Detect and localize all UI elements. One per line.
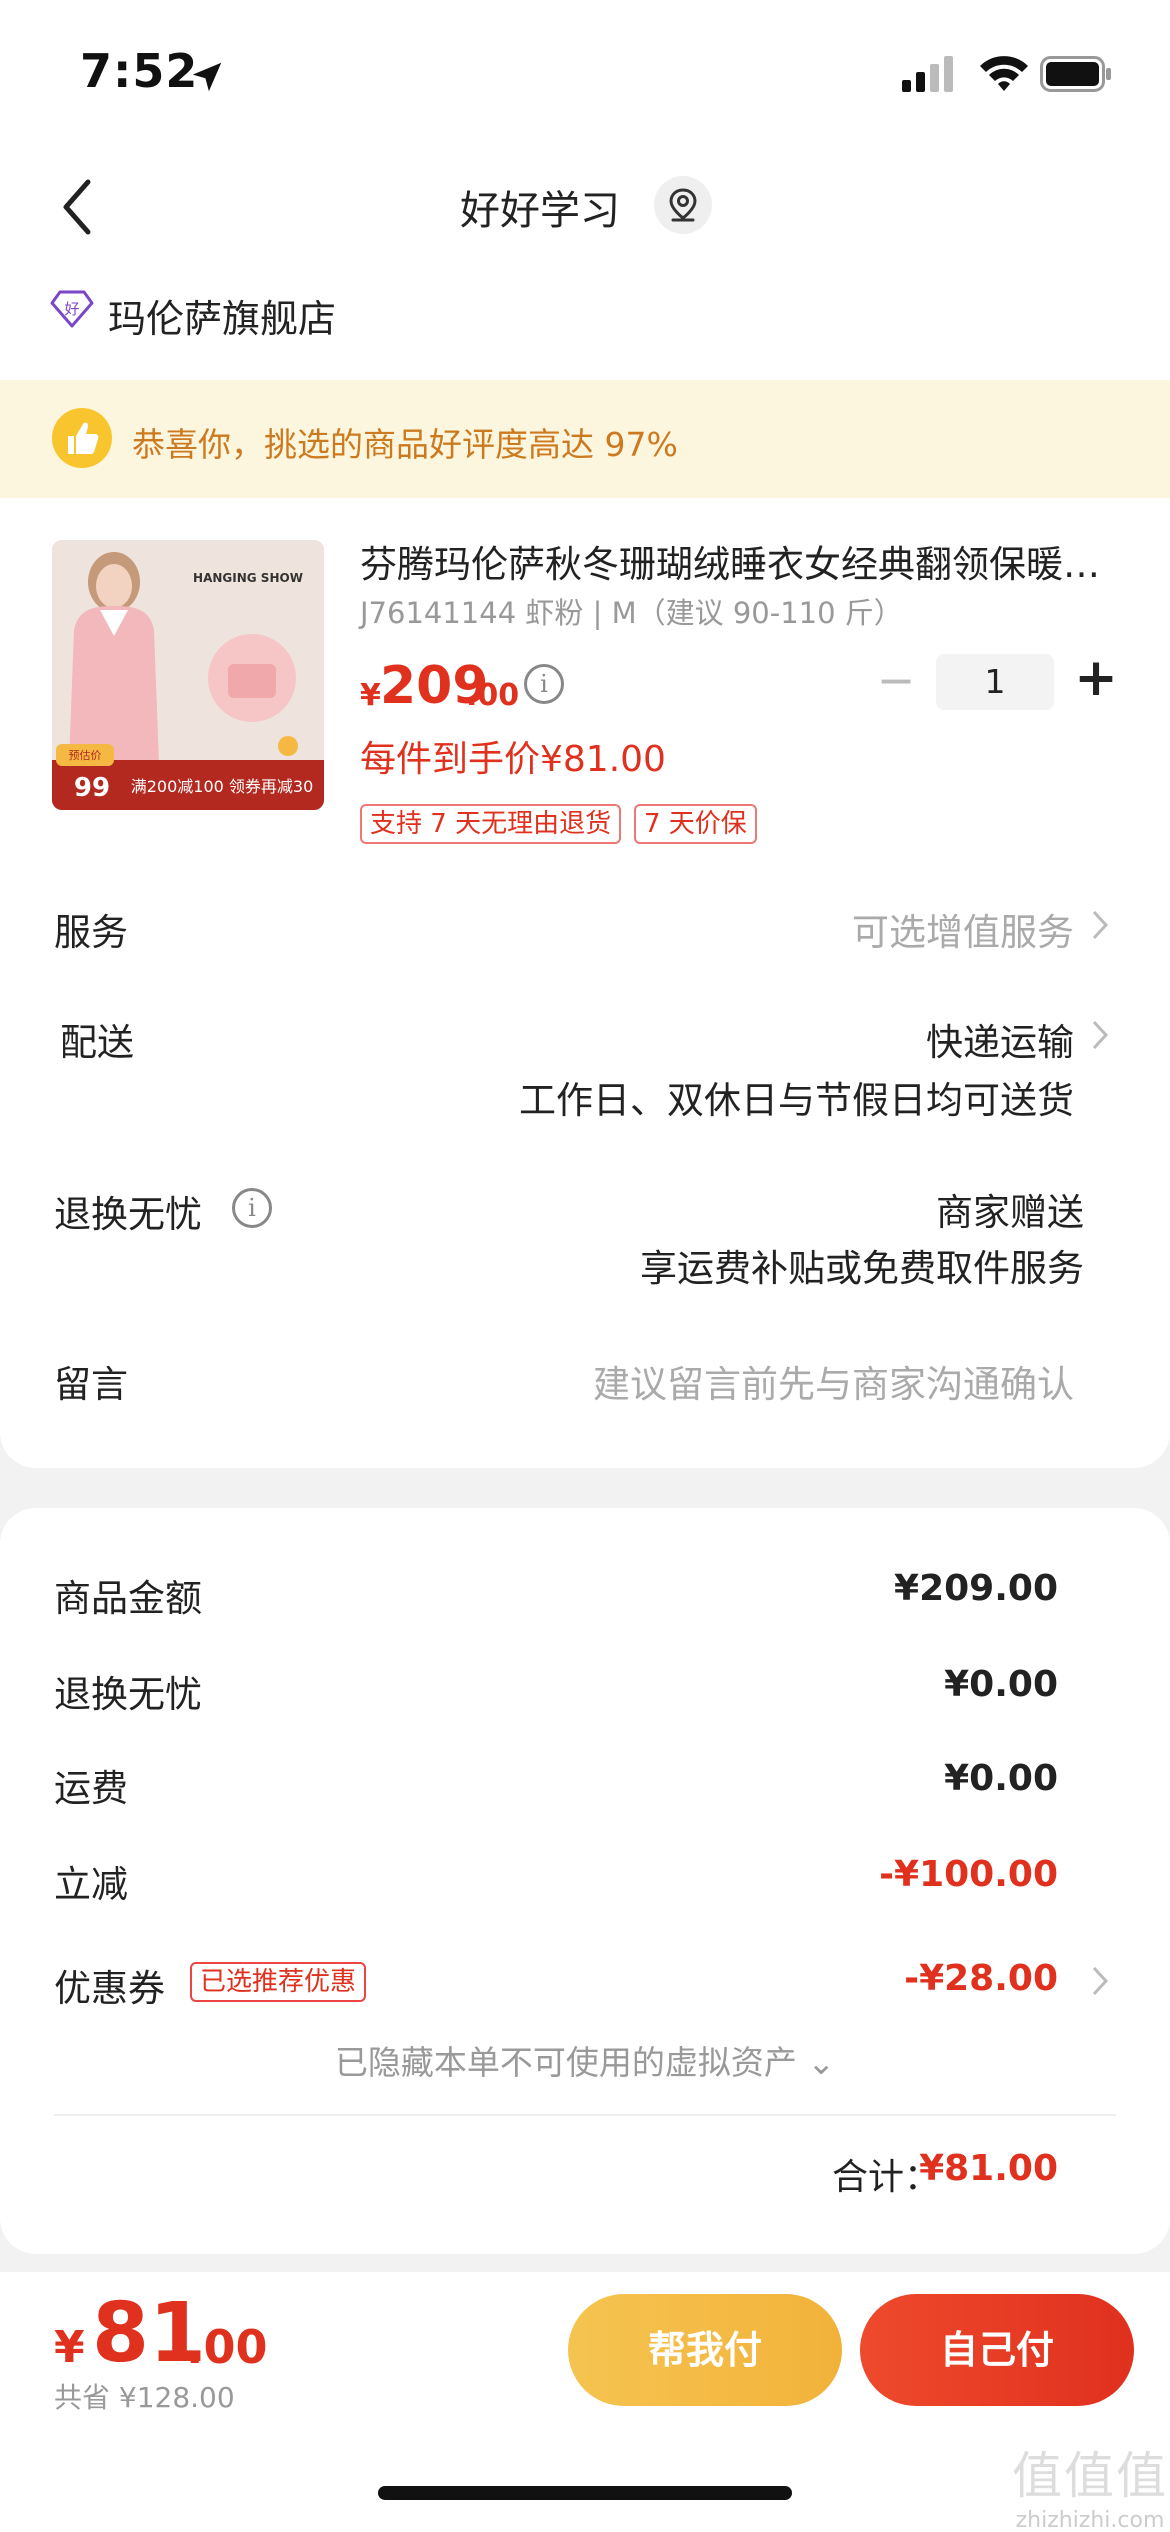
watermark: 值值值 zhizhizhi.com [1010, 2436, 1170, 2532]
image-promo-text: 满200减100 领券再减30 [131, 777, 314, 796]
delivery-chevron-icon[interactable] [1090, 1018, 1110, 1052]
status-time: 7:52 [80, 44, 199, 98]
service-label: 服务 [54, 911, 128, 954]
quantity-decrease-button[interactable]: − [876, 657, 916, 703]
delivery-sub: 工作日、双休日与节假日均可送货 [519, 1079, 1074, 1122]
total-value: ¥81.00 [919, 2148, 1058, 2189]
hidden-assets-toggle[interactable]: 已隐藏本单不可使用的虚拟资产 ⌄ [0, 2036, 1170, 2084]
wifi-icon [980, 56, 1028, 91]
total-saved: 共省 ¥128.00 [54, 2381, 235, 2414]
message-input[interactable]: 建议留言前先与商家沟通确认 [593, 1354, 1074, 1408]
service-value[interactable]: 可选增值服务 [852, 902, 1074, 956]
coupon-value[interactable]: -¥28.00 [904, 1958, 1058, 1999]
shipping-label: 运费 [54, 1767, 128, 1810]
banner-text: 恭喜你，挑选的商品好评度高达 97% [132, 425, 678, 464]
shipping-value: ¥0.00 [944, 1758, 1058, 1799]
shop-badge-icon: 好 [50, 290, 94, 328]
battery-icon [1040, 56, 1111, 92]
shop-name[interactable]: 玛伦萨旗舰店 [108, 288, 336, 343]
coupon-chevron-icon[interactable] [1090, 1964, 1110, 1998]
worry-free-label: 退换无忧 [54, 1193, 202, 1236]
signal-icon [902, 56, 953, 92]
product-image[interactable]: HANGING SHOW 预估价 99 满200减100 领券再减30 [52, 540, 324, 810]
price-info-icon[interactable]: i [524, 664, 564, 704]
worry-free-value: 商家赠送 [936, 1191, 1084, 1234]
message-label: 留言 [54, 1363, 128, 1406]
pay-amount-decimal: .00 [186, 2320, 268, 2374]
product-title[interactable]: 芬腾玛伦萨秋冬珊瑚绒睡衣女经典翻领保暖家居服 [360, 534, 1120, 588]
location-arrow-icon [192, 62, 222, 92]
per-item-price: 每件到手价¥81.00 [360, 739, 666, 780]
thumbs-up-icon [52, 408, 112, 468]
quantity-increase-button[interactable]: + [1070, 652, 1122, 704]
pay-myself-button[interactable]: 自己付 [860, 2294, 1134, 2406]
product-sku[interactable]: J76141144 虾粉 | M（建议 90-110 斤） [360, 590, 903, 632]
price-decimal: .00 [466, 678, 520, 713]
watermark-small: zhizhizhi.com [1015, 2508, 1165, 2532]
watermark-big: 值值值 [1012, 2447, 1168, 2505]
summary-divider [54, 2114, 1116, 2116]
worry-free-fee-label: 退换无忧 [54, 1673, 202, 1716]
quantity-input[interactable]: 1 [936, 654, 1054, 710]
service-chevron-icon[interactable] [1090, 908, 1110, 942]
home-indicator[interactable] [378, 2486, 792, 2500]
coupon-badge: 已选推荐优惠 [190, 1962, 367, 2002]
worry-free-info-icon[interactable]: i [232, 1188, 272, 1228]
price-protect-tag: 7 天价保 [634, 804, 757, 844]
instant-discount-label: 立减 [54, 1863, 128, 1906]
location-button[interactable] [654, 176, 712, 234]
coupon-label: 优惠券 [54, 1967, 165, 2010]
goods-amount-label: 商品金额 [54, 1577, 202, 1620]
worry-free-fee-value: ¥0.00 [944, 1664, 1058, 1705]
svg-text:好: 好 [64, 300, 79, 318]
worry-free-sub: 享运费补贴或免费取件服务 [640, 1247, 1084, 1290]
instant-discount-value: -¥100.00 [879, 1854, 1058, 1895]
goods-amount-value: ¥209.00 [894, 1568, 1058, 1609]
delivery-value[interactable]: 快递运输 [926, 1012, 1074, 1066]
price-currency: ¥ [360, 678, 381, 713]
image-brand-text: HANGING SHOW [193, 571, 303, 585]
pay-currency: ¥ [54, 2322, 85, 2373]
image-price-badge-label: 预估价 [69, 749, 102, 762]
image-price-badge-value: 99 [74, 773, 110, 803]
return-policy-tag: 支持 7 天无理由退货 [360, 804, 622, 844]
help-me-pay-button[interactable]: 帮我付 [568, 2294, 842, 2406]
back-chevron-icon[interactable] [58, 176, 98, 238]
location-pin-icon [669, 188, 697, 222]
delivery-label: 配送 [60, 1021, 134, 1064]
